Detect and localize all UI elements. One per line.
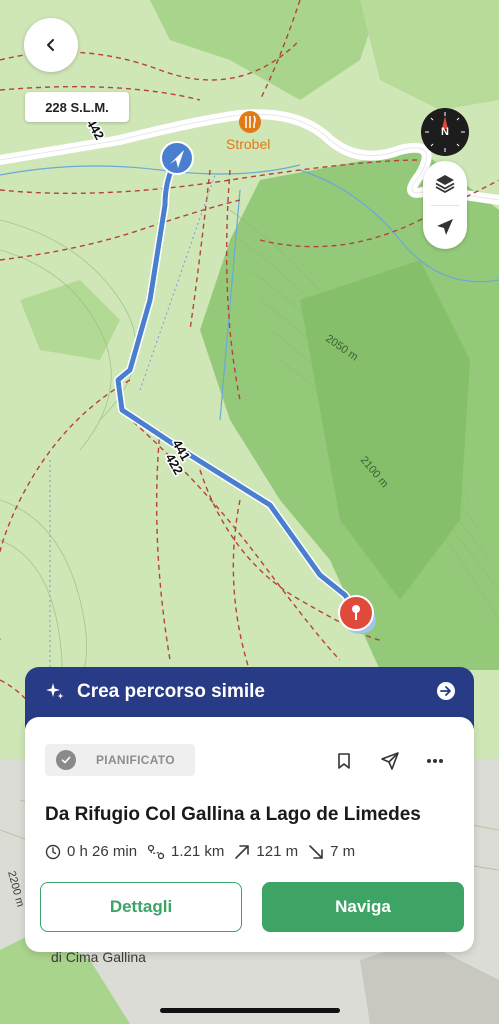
poi-label-strobel[interactable]: Strobel xyxy=(226,136,270,152)
bookmark-icon xyxy=(338,753,350,769)
compass-button[interactable]: N xyxy=(421,108,469,156)
route-title: Da Rifugio Col Gallina a Lago de Limedes xyxy=(45,804,421,825)
more-options-button[interactable] xyxy=(423,749,447,773)
sparkles-icon xyxy=(46,683,64,699)
more-icon xyxy=(427,759,443,763)
route-card: PIANIFICATO Da Rifugio Col Gallina a Lag… xyxy=(25,717,474,952)
ascent-value: 121 m xyxy=(256,843,299,860)
duration-stat: 0 h 26 min xyxy=(45,843,137,860)
bookmark-button[interactable] xyxy=(332,749,356,773)
ascent-stat: 121 m xyxy=(234,843,298,860)
layers-button[interactable] xyxy=(423,161,467,205)
location-arrow-icon xyxy=(437,219,453,236)
navigate-button[interactable]: Naviga xyxy=(262,882,464,932)
ascent-arrow-icon xyxy=(235,844,250,859)
status-label: PIANIFICATO xyxy=(96,753,175,767)
distance-icon xyxy=(147,844,165,859)
clock-icon xyxy=(45,844,61,859)
elevation-badge: 228 S.L.M. xyxy=(25,92,129,122)
send-icon xyxy=(381,752,399,770)
home-indicator[interactable] xyxy=(160,1008,340,1013)
share-button[interactable] xyxy=(378,749,402,773)
details-button[interactable]: Dettagli xyxy=(40,882,242,932)
back-button[interactable] xyxy=(24,18,78,72)
check-icon xyxy=(56,750,76,770)
layers-icon xyxy=(435,174,455,193)
descent-value: 7 m xyxy=(330,843,356,860)
map-controls xyxy=(423,161,467,249)
arrow-right-circle-icon[interactable] xyxy=(436,681,456,701)
distance-stat: 1.21 km xyxy=(147,843,224,860)
duration-value: 0 h 26 min xyxy=(67,843,138,860)
descent-arrow-icon xyxy=(309,844,323,859)
descent-stat: 7 m xyxy=(308,843,355,860)
status-badge: PIANIFICATO xyxy=(45,744,195,776)
chevron-left-icon xyxy=(47,39,54,51)
create-similar-route-label: Crea percorso simile xyxy=(77,681,265,702)
locate-button[interactable] xyxy=(423,205,467,249)
map-label-cima-gallina: di Cima Gallina xyxy=(51,949,146,965)
distance-value: 1.21 km xyxy=(171,843,225,860)
compass-north-label: N xyxy=(441,126,449,138)
route-stats: 0 h 26 min 1.21 km 121 m 7 m xyxy=(45,843,365,860)
